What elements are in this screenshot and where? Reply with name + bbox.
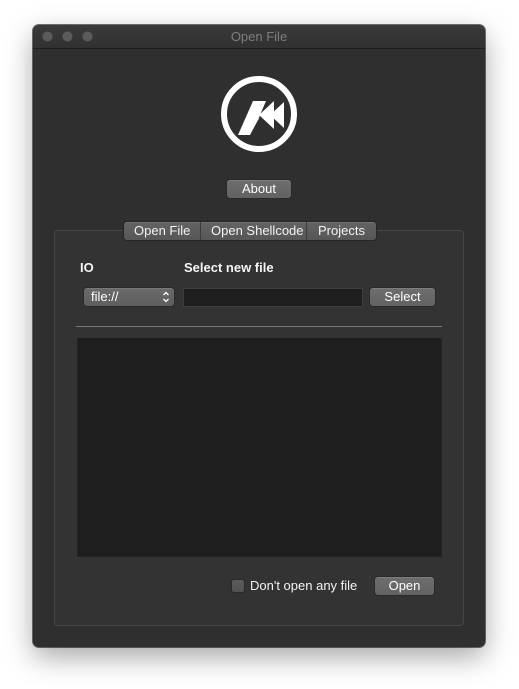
about-button[interactable]: About — [226, 179, 292, 199]
file-path-input[interactable] — [183, 288, 363, 307]
window-title: Open File — [230, 29, 288, 44]
dont-open-file-checkbox[interactable] — [231, 579, 245, 593]
cutter-logo-icon — [221, 76, 297, 152]
dont-open-file-label[interactable]: Don't open any file — [250, 578, 357, 593]
title-bar[interactable]: Open File — [33, 25, 485, 49]
select-file-button[interactable]: Select — [369, 287, 436, 307]
divider — [76, 326, 442, 327]
tab-open-file[interactable]: Open File — [124, 222, 200, 240]
io-label: IO — [80, 260, 94, 275]
file-info-area[interactable] — [77, 338, 442, 557]
io-select[interactable]: file:// — [83, 287, 175, 307]
select-new-file-label: Select new file — [184, 260, 274, 275]
open-button[interactable]: Open — [374, 576, 435, 596]
io-select-value: file:// — [91, 289, 119, 304]
tab-projects[interactable]: Projects — [306, 222, 376, 240]
chevron-updown-icon — [163, 291, 169, 303]
tab-open-shellcode[interactable]: Open Shellcode — [200, 222, 306, 240]
open-file-window: Open File About Open File Open Shellcode… — [33, 25, 485, 647]
tab-bar: Open File Open Shellcode Projects — [123, 221, 377, 241]
